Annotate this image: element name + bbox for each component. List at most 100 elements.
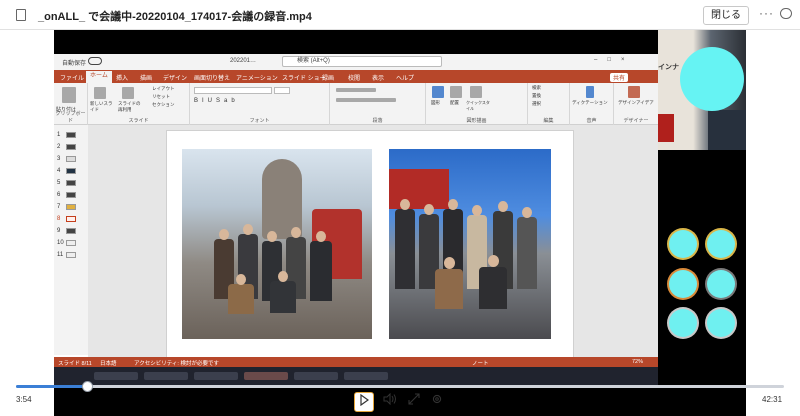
status-language: 日本語 (100, 361, 117, 367)
slide-thumbnail: 9 (57, 228, 76, 234)
person-head (522, 207, 532, 218)
dictation-label: ディクテーション (572, 100, 608, 105)
align-icons (336, 98, 396, 102)
ppt-ribbon-tabs: ファイル ホーム 挿入 描画 デザイン 画面切り替え アニメーション スライド … (54, 70, 658, 83)
group-photo-2 (389, 149, 551, 339)
ribbon-group-label: スライド (128, 118, 149, 124)
layout-label: レイアウト (152, 86, 175, 91)
person (395, 209, 415, 289)
tab-view: 表示 (372, 76, 385, 82)
section-label: セクション (152, 102, 175, 107)
font-format-icons: BIUSab (194, 98, 239, 104)
participant-avatar (707, 270, 735, 298)
fullscreen-button[interactable] (404, 392, 424, 412)
arrange-icon (450, 86, 462, 98)
person (517, 217, 537, 289)
status-slide: スライド 8/11 (58, 361, 92, 367)
taskbar-item (144, 372, 188, 380)
reuse-slide-label: スライドの再利用 (118, 101, 141, 112)
shared-taskbar (54, 367, 658, 385)
file-icon (16, 9, 26, 21)
ppt-search-box: 検索 (Alt+Q) (282, 56, 442, 67)
expand-icon (408, 393, 420, 405)
volume-button[interactable] (380, 392, 400, 412)
find-label: 検索 (532, 85, 541, 90)
tab-review: 校閲 (348, 76, 361, 82)
person (310, 241, 332, 301)
designer-icon (628, 86, 640, 98)
person-head (424, 204, 434, 215)
status-notes: ノート (472, 361, 489, 367)
ribbon-group-label: デザイナー (623, 118, 649, 124)
font-name-box (194, 87, 272, 94)
tab-insert: 挿入 (116, 76, 129, 82)
slide-thumbnail-pane: 1 2 3 4 5 6 7 8 9 10 11 (54, 125, 88, 355)
person-head (448, 199, 458, 210)
close-button[interactable]: 閉じる (703, 6, 749, 25)
participant-avatar (669, 230, 697, 258)
total-time: 42:31 (762, 395, 783, 404)
taskbar-item (294, 372, 338, 380)
participant-avatar (669, 270, 697, 298)
camera-red-object (658, 114, 674, 142)
new-slide-label: 新しいスライド (90, 101, 113, 112)
tab-help: ヘルプ (396, 76, 415, 82)
ribbon-group-label: 段落 (372, 118, 383, 124)
ribbon-group-label: 編集 (543, 118, 554, 124)
chat-icon[interactable] (780, 8, 792, 19)
slide-thumbnail: 1 (57, 132, 76, 138)
participant-avatar (669, 309, 697, 337)
ppt-ribbon: 貼り付け クリップボード 新しいスライド スライドの再利用 レイアウト リセット… (54, 83, 658, 125)
reuse-slide-icon (122, 87, 134, 99)
ribbon-group-label: 音声 (586, 118, 597, 124)
tab-file: ファイル (60, 76, 85, 82)
new-slide-icon (94, 87, 106, 99)
tab-animations: アニメーション (236, 76, 278, 82)
ribbon-group-clipboard: 貼り付け クリップボード (54, 83, 88, 125)
person-head (488, 255, 499, 267)
person-head (219, 229, 229, 240)
taskbar-item (194, 372, 238, 380)
taskbar-item (94, 372, 138, 380)
more-options-button[interactable]: ··· (759, 6, 774, 20)
person (435, 269, 463, 309)
slide-thumbnail: 2 (57, 144, 76, 150)
status-zoom: 72% (632, 359, 644, 365)
autosave-label: 自動保存 (62, 61, 87, 67)
person (479, 267, 507, 309)
taskbar-item (244, 372, 288, 380)
shared-powerpoint-window: 自動保存 202201… 検索 (Alt+Q) –□× ファイル ホーム 挿入 … (54, 54, 658, 376)
shape-label: 図形 (431, 100, 440, 105)
group-photo-1 (182, 149, 372, 339)
person (228, 284, 254, 314)
font-size-box (274, 87, 290, 94)
seek-bar-handle[interactable] (81, 381, 93, 392)
ppt-titlebar: 自動保存 202201… 検索 (Alt+Q) –□× (54, 54, 658, 70)
ribbon-group-label: フォント (249, 118, 270, 124)
slide-thumbnail: 11 (57, 252, 76, 258)
play-button[interactable] (354, 392, 374, 412)
microphone-icon (586, 86, 594, 98)
person-head (236, 274, 246, 285)
participant-face-blur (680, 47, 744, 111)
person-head (444, 257, 455, 269)
seek-bar-fill (16, 385, 87, 388)
person-head (316, 231, 326, 242)
tab-transitions: 画面切り替え (194, 76, 231, 82)
slide-thumbnail: 7 (57, 204, 76, 210)
autosave-toggle (88, 57, 102, 65)
play-icon (360, 393, 370, 407)
paste-icon (62, 87, 76, 103)
settings-button[interactable] (427, 392, 447, 412)
person-head (278, 271, 288, 282)
ribbon-group-label: 図形描画 (466, 118, 487, 124)
status-accessibility: アクセシビリティ: 検討が必要です (134, 361, 219, 367)
seek-bar[interactable] (16, 381, 784, 392)
select-label: 選択 (532, 101, 541, 106)
reset-label: リセット (152, 94, 170, 99)
person-head (400, 199, 410, 210)
slide-thumbnail-selected: 8 (57, 216, 76, 222)
volume-icon (383, 392, 396, 406)
participant-camera: インナ (658, 30, 746, 150)
slide-thumbnail: 5 (57, 180, 76, 186)
